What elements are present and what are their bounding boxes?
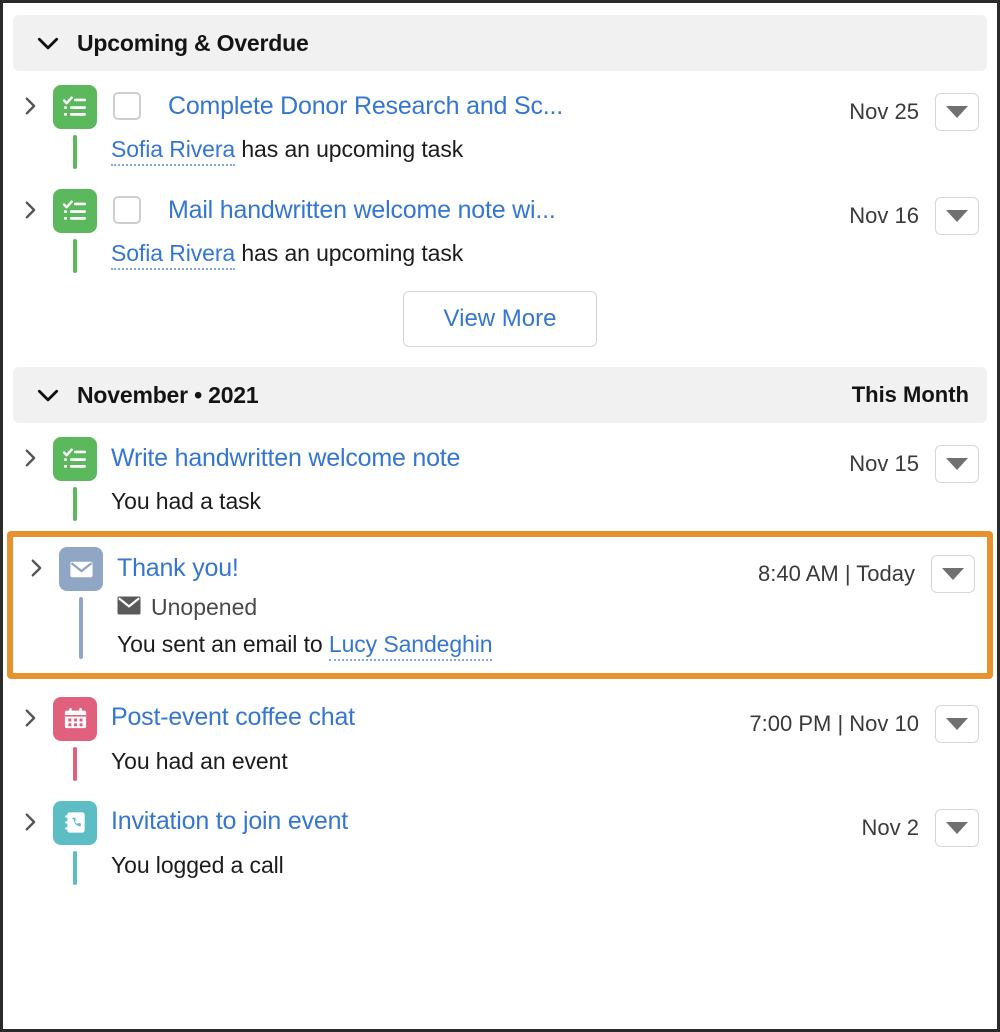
section-title: Upcoming & Overdue bbox=[77, 29, 309, 56]
row-body: Mail handwritten welcome note wi... Sofi… bbox=[103, 189, 835, 270]
table-row-highlighted[interactable]: Thank you! Unopened You sent an email to… bbox=[7, 531, 993, 679]
chevron-down-icon[interactable] bbox=[35, 382, 61, 408]
expand-row-chevron-icon[interactable] bbox=[19, 547, 53, 579]
table-row[interactable]: Invitation to join event You logged a ca… bbox=[3, 787, 997, 891]
person-link[interactable]: Sofia Rivera bbox=[111, 240, 235, 270]
row-date: Nov 25 bbox=[849, 99, 919, 124]
row-subtitle: Sofia Rivera has an upcoming task bbox=[111, 135, 835, 166]
section-right-label: This Month bbox=[851, 382, 969, 407]
expand-row-chevron-icon[interactable] bbox=[13, 437, 47, 469]
section-title: November • 2021 bbox=[77, 381, 259, 408]
row-subtitle-suffix: has an upcoming task bbox=[235, 240, 464, 266]
caret-down-icon bbox=[946, 717, 968, 730]
row-body: Post-event coffee chat You had an event bbox=[103, 697, 735, 776]
calendar-icon bbox=[53, 696, 97, 741]
row-actions-dropdown-button[interactable] bbox=[935, 197, 979, 235]
row-icon-column bbox=[53, 547, 109, 659]
table-row[interactable]: Mail handwritten welcome note wi... Sofi… bbox=[3, 175, 997, 279]
row-subtitle: You sent an email to Lucy Sandeghin bbox=[117, 630, 744, 661]
row-icon-column bbox=[47, 189, 103, 273]
row-title-link[interactable]: Invitation to join event bbox=[111, 807, 348, 836]
expand-row-chevron-icon[interactable] bbox=[13, 85, 47, 117]
timeline-thread bbox=[73, 239, 77, 273]
row-date: Nov 15 bbox=[849, 451, 919, 476]
row-body: Write handwritten welcome note You had a… bbox=[103, 437, 835, 516]
rows-november-2021: Write handwritten welcome note You had a… bbox=[3, 423, 997, 891]
row-actions-dropdown-button[interactable] bbox=[935, 93, 979, 131]
row-meta: 8:40 AM | Today bbox=[744, 547, 975, 593]
timeline-thread bbox=[73, 487, 77, 521]
row-icon-column bbox=[47, 800, 103, 885]
row-title-link[interactable]: Complete Donor Research and Sc... bbox=[168, 92, 563, 121]
row-subtitle: You logged a call bbox=[111, 851, 284, 878]
task-complete-checkbox[interactable] bbox=[113, 92, 141, 120]
expand-row-chevron-icon[interactable] bbox=[13, 189, 47, 221]
row-subtitle: You had an event bbox=[111, 747, 288, 774]
row-date: Nov 2 bbox=[861, 814, 919, 840]
caret-down-icon bbox=[946, 106, 968, 118]
section-header-upcoming-overdue[interactable]: Upcoming & Overdue bbox=[13, 15, 987, 71]
email-envelope-icon bbox=[59, 547, 103, 591]
person-link[interactable]: Sofia Rivera bbox=[111, 136, 235, 166]
expand-row-chevron-icon[interactable] bbox=[13, 801, 47, 833]
row-meta: Nov 25 bbox=[835, 85, 979, 131]
row-subtitle: Sofia Rivera has an upcoming task bbox=[111, 239, 835, 270]
chevron-down-icon[interactable] bbox=[35, 30, 61, 56]
row-date: 8:40 AM | Today bbox=[758, 561, 915, 586]
caret-down-icon bbox=[942, 568, 964, 580]
task-complete-checkbox[interactable] bbox=[113, 196, 141, 224]
task-checklist-icon bbox=[53, 189, 97, 233]
section-header-november-2021[interactable]: November • 2021 This Month bbox=[13, 367, 987, 423]
row-date: 7:00 PM | Nov 10 bbox=[749, 710, 919, 736]
row-title-link[interactable]: Write handwritten welcome note bbox=[111, 444, 460, 473]
row-body: Thank you! Unopened You sent an email to… bbox=[109, 547, 744, 661]
caret-down-icon bbox=[946, 821, 968, 834]
task-checklist-icon bbox=[53, 85, 97, 129]
row-meta: 7:00 PM | Nov 10 bbox=[735, 697, 979, 743]
row-title-link[interactable]: Mail handwritten welcome note wi... bbox=[168, 196, 556, 225]
table-row[interactable]: Complete Donor Research and Sc... Sofia … bbox=[3, 71, 997, 175]
row-actions-dropdown-button[interactable] bbox=[935, 704, 979, 743]
timeline-thread bbox=[73, 746, 77, 781]
row-date: Nov 16 bbox=[849, 203, 919, 228]
row-meta: Nov 15 bbox=[835, 437, 979, 483]
row-body: Complete Donor Research and Sc... Sofia … bbox=[103, 85, 835, 166]
envelope-icon bbox=[117, 594, 141, 621]
activity-timeline-panel: Upcoming & Overdue Complete Donor Resear… bbox=[3, 3, 997, 1029]
phone-log-icon bbox=[53, 800, 97, 845]
row-subtitle: You had a task bbox=[111, 488, 261, 514]
timeline-thread bbox=[73, 135, 77, 169]
row-title-link[interactable]: Thank you! bbox=[117, 554, 239, 583]
timeline-thread bbox=[79, 597, 83, 659]
row-actions-dropdown-button[interactable] bbox=[935, 808, 979, 847]
row-body: Invitation to join event You logged a ca… bbox=[103, 801, 848, 880]
row-title-link[interactable]: Post-event coffee chat bbox=[111, 703, 355, 732]
row-actions-dropdown-button[interactable] bbox=[935, 445, 979, 483]
row-icon-column bbox=[47, 437, 103, 521]
expand-row-chevron-icon[interactable] bbox=[13, 697, 47, 729]
row-actions-dropdown-button[interactable] bbox=[931, 555, 975, 593]
row-icon-column bbox=[47, 85, 103, 169]
table-row[interactable]: Write handwritten welcome note You had a… bbox=[3, 423, 997, 527]
rows-upcoming-overdue: Complete Donor Research and Sc... Sofia … bbox=[3, 71, 997, 279]
row-subtitle-prefix: You sent an email to bbox=[117, 631, 329, 657]
email-status-label: Unopened bbox=[151, 594, 258, 620]
row-meta: Nov 2 bbox=[848, 801, 979, 847]
caret-down-icon bbox=[946, 210, 968, 222]
caret-down-icon bbox=[946, 458, 968, 470]
row-icon-column bbox=[47, 696, 103, 781]
table-row[interactable]: Post-event coffee chat You had an event … bbox=[3, 683, 997, 787]
row-subtitle-suffix: has an upcoming task bbox=[235, 136, 464, 162]
activity-timeline-screenshot: Upcoming & Overdue Complete Donor Resear… bbox=[0, 0, 1000, 1032]
view-more-button[interactable]: View More bbox=[402, 291, 598, 347]
person-link[interactable]: Lucy Sandeghin bbox=[328, 631, 493, 661]
view-more-container: View More bbox=[3, 279, 997, 367]
timeline-thread bbox=[73, 850, 77, 885]
email-status: Unopened bbox=[117, 594, 744, 621]
row-meta: Nov 16 bbox=[835, 189, 979, 235]
task-checklist-icon bbox=[53, 437, 97, 481]
